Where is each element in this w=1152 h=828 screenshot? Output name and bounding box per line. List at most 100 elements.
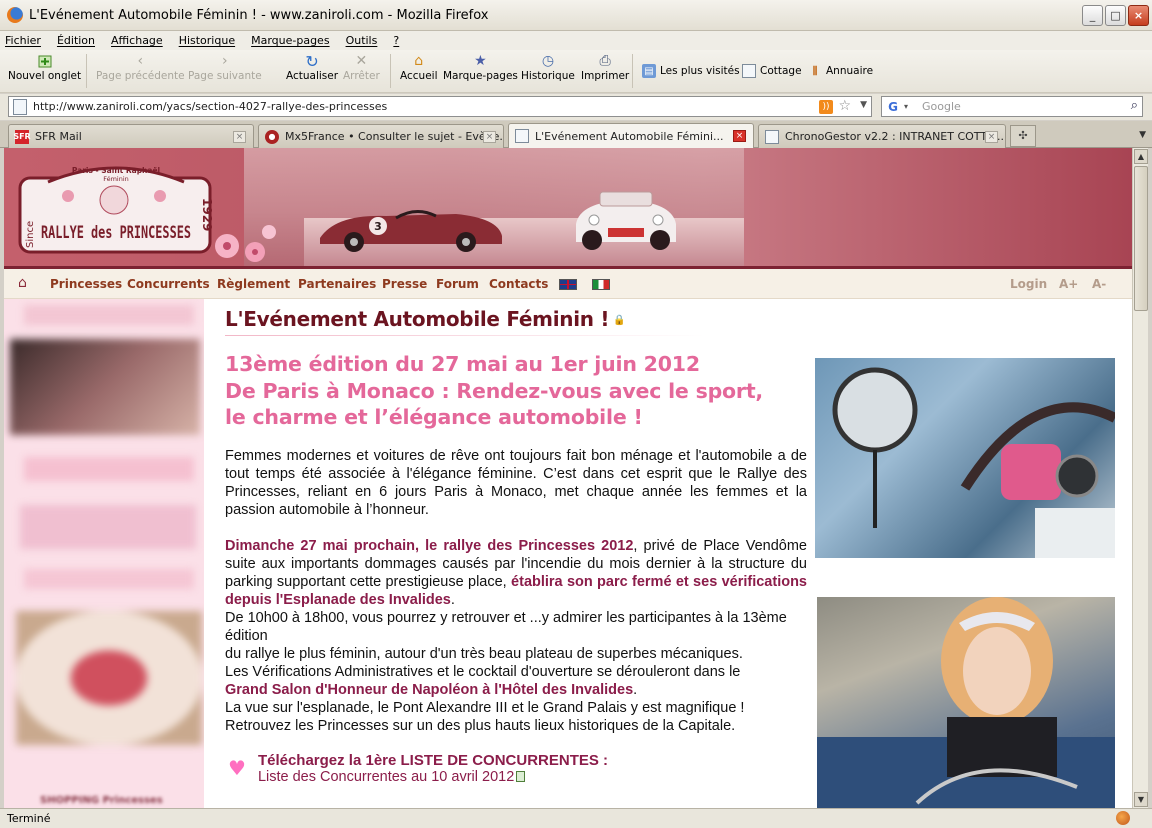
menu-help[interactable]: ?	[393, 34, 399, 47]
menu-marque-pages[interactable]: Marque-pages	[251, 34, 329, 47]
intro-paragraph: Femmes modernes et voitures de rêve ont …	[225, 448, 807, 518]
new-tab-plus-button[interactable]: ✣	[1010, 125, 1036, 147]
login-link[interactable]: Login	[1010, 277, 1047, 291]
address-url[interactable]: http://www.zaniroli.com/yacs/section-402…	[33, 100, 387, 113]
scroll-up-icon[interactable]: ▲	[1134, 149, 1148, 164]
back-label: Page précédente	[96, 70, 185, 82]
sidebar-blurred-heading	[24, 457, 194, 481]
sidebar-blurred-heading	[24, 569, 194, 589]
photo-illustration	[817, 597, 1115, 808]
status-addon-icon[interactable]	[1116, 811, 1130, 825]
status-bar: Terminé	[0, 808, 1152, 828]
site-navigation: ⌂ Princesses Concurrents Règlement Parte…	[4, 266, 1132, 299]
red-race-car-image: 3	[320, 210, 502, 252]
close-window-button[interactable]: ×	[1128, 5, 1149, 26]
event-date-bold: Dimanche 27 mai prochain, le rallye des …	[225, 538, 634, 554]
bookmark-annuaire[interactable]: ⫼ Annuaire	[808, 64, 873, 78]
nav-forum[interactable]: Forum	[436, 277, 479, 291]
nav-princesses[interactable]: Princesses	[50, 277, 122, 291]
italy-flag-icon[interactable]	[592, 279, 610, 290]
navigation-toolbar: Nouvel onglet ‹ Page précédente › Page s…	[0, 50, 1152, 93]
home-icon[interactable]: ⌂	[18, 275, 27, 291]
tab-close-icon[interactable]: ×	[233, 131, 246, 143]
font-decrease-link[interactable]: A-	[1092, 277, 1106, 291]
nav-contacts[interactable]: Contacts	[489, 277, 548, 291]
menu-fichier[interactable]: Fichier	[5, 34, 41, 47]
menu-affichage[interactable]: Affichage	[111, 34, 163, 47]
new-tab-label: Nouvel onglet	[8, 70, 82, 82]
forward-button[interactable]: › Page suivante	[188, 52, 262, 82]
tab-mx5france[interactable]: ● Mx5France • Consulter le sujet - Evène…	[258, 124, 504, 148]
tab-close-icon[interactable]: ×	[733, 130, 746, 142]
uk-flag-icon[interactable]	[559, 279, 577, 290]
address-row: http://www.zaniroli.com/yacs/section-402…	[0, 94, 1152, 120]
tab-label: L'Evénement Automobile Fémini...	[535, 129, 724, 143]
engine-dropdown-icon[interactable]: ▾	[904, 102, 908, 111]
history-button[interactable]: ◷ Historique	[521, 52, 575, 82]
menu-outils[interactable]: Outils	[346, 34, 378, 47]
vintage-car-driver-photo	[815, 358, 1115, 558]
tab-close-icon[interactable]: ×	[483, 131, 496, 143]
bookmark-annuaire-label: Annuaire	[826, 65, 874, 77]
lock-icon: 🔒	[613, 315, 626, 326]
sidebar-blurred-banner[interactable]	[20, 505, 196, 549]
logo-top-text: Paris - Saint Raphaël	[72, 166, 160, 175]
bookmark-most-visited-label: Les plus visités	[660, 65, 740, 77]
tab-close-icon[interactable]: ×	[985, 131, 998, 143]
stop-button[interactable]: ✕ Arrêter	[343, 52, 380, 82]
sfr-favicon: SFR	[13, 129, 31, 144]
toolbar-separator	[86, 54, 87, 88]
headline-line-2: De Paris à Monaco : Rendez-vous avec le …	[225, 378, 764, 403]
address-bar[interactable]: http://www.zaniroli.com/yacs/section-402…	[8, 96, 872, 117]
bookmark-cottage[interactable]: Cottage	[742, 64, 802, 78]
tab-sfr-mail[interactable]: SFR SFR Mail ×	[8, 124, 254, 148]
event-text-end: .	[450, 592, 455, 608]
maximize-button[interactable]: □	[1105, 5, 1126, 26]
tab-evenement-feminin[interactable]: L'Evénement Automobile Fémini... ×	[508, 123, 754, 148]
sidebar-shopping-label[interactable]: SHOPPING Princesses	[40, 795, 190, 808]
page-icon	[13, 98, 27, 115]
white-race-car-image	[576, 191, 676, 250]
tab-label: SFR Mail	[35, 130, 82, 143]
title-divider	[225, 335, 705, 336]
nav-reglement[interactable]: Règlement	[217, 277, 290, 291]
google-engine-icon[interactable]: G	[885, 99, 901, 115]
vertical-scrollbar[interactable]: ▲ ▼	[1132, 148, 1148, 808]
window-title: L'Evénement Automobile Féminin ! - www.z…	[29, 7, 489, 23]
menu-edition[interactable]: Édition	[57, 34, 95, 47]
menu-historique[interactable]: Historique	[179, 34, 235, 47]
search-box[interactable]: G ▾ Google ⌕	[881, 96, 1143, 117]
tab-chronogestor[interactable]: ChronoGestor v2.2 : INTRANET COTTA... ×	[758, 124, 1006, 148]
list-all-tabs-icon[interactable]: ▼	[1139, 130, 1146, 140]
bookmarks-button[interactable]: ★ Marque-pages	[443, 52, 518, 82]
bookmark-most-visited[interactable]: ▤ Les plus visités	[642, 64, 740, 78]
scroll-down-icon[interactable]: ▼	[1134, 792, 1148, 807]
minimize-button[interactable]: _	[1082, 5, 1103, 26]
nav-presse[interactable]: Presse	[382, 277, 427, 291]
print-button[interactable]: ⎙ Imprimer	[581, 52, 629, 82]
rallye-des-princesses-logo: Paris - Saint Raphaël Féminin RALLYE des…	[18, 166, 214, 254]
download-title: Téléchargez la 1ère LISTE DE CONCURRENTE…	[257, 752, 609, 769]
tab-label: ChronoGestor v2.2 : INTRANET COTTA...	[785, 130, 1005, 143]
car-number: 3	[374, 220, 382, 233]
bookmark-star-icon[interactable]: ☆	[838, 98, 851, 114]
princess-portrait-photo	[817, 597, 1115, 808]
search-icon[interactable]: ⌕	[1131, 98, 1138, 113]
scrollbar-thumb[interactable]	[1134, 166, 1148, 311]
document-icon[interactable]	[516, 771, 526, 782]
back-button[interactable]: ‹ Page précédente	[96, 52, 185, 82]
nav-partenaires[interactable]: Partenaires	[298, 277, 376, 291]
page-title-text: L'Evénement Automobile Féminin !	[225, 307, 610, 331]
concurrents-list-link[interactable]: Liste des Concurrentes au 10 avril 2012	[258, 769, 514, 785]
sidebar-blurred-logo[interactable]	[16, 611, 202, 745]
nav-concurrents[interactable]: Concurrents	[127, 277, 210, 291]
forward-label: Page suivante	[188, 70, 262, 82]
sidebar-blurred-image[interactable]	[10, 339, 200, 435]
home-button[interactable]: ⌂ Accueil	[400, 52, 438, 82]
rss-feed-icon[interactable]: ))	[819, 100, 833, 114]
reload-button[interactable]: ↻ Actualiser	[286, 52, 338, 83]
bookmark-cottage-label: Cottage	[760, 65, 802, 77]
new-tab-button[interactable]: Nouvel onglet	[8, 52, 81, 82]
font-increase-link[interactable]: A+	[1059, 277, 1078, 291]
address-dropdown-icon[interactable]: ▼	[860, 100, 867, 110]
